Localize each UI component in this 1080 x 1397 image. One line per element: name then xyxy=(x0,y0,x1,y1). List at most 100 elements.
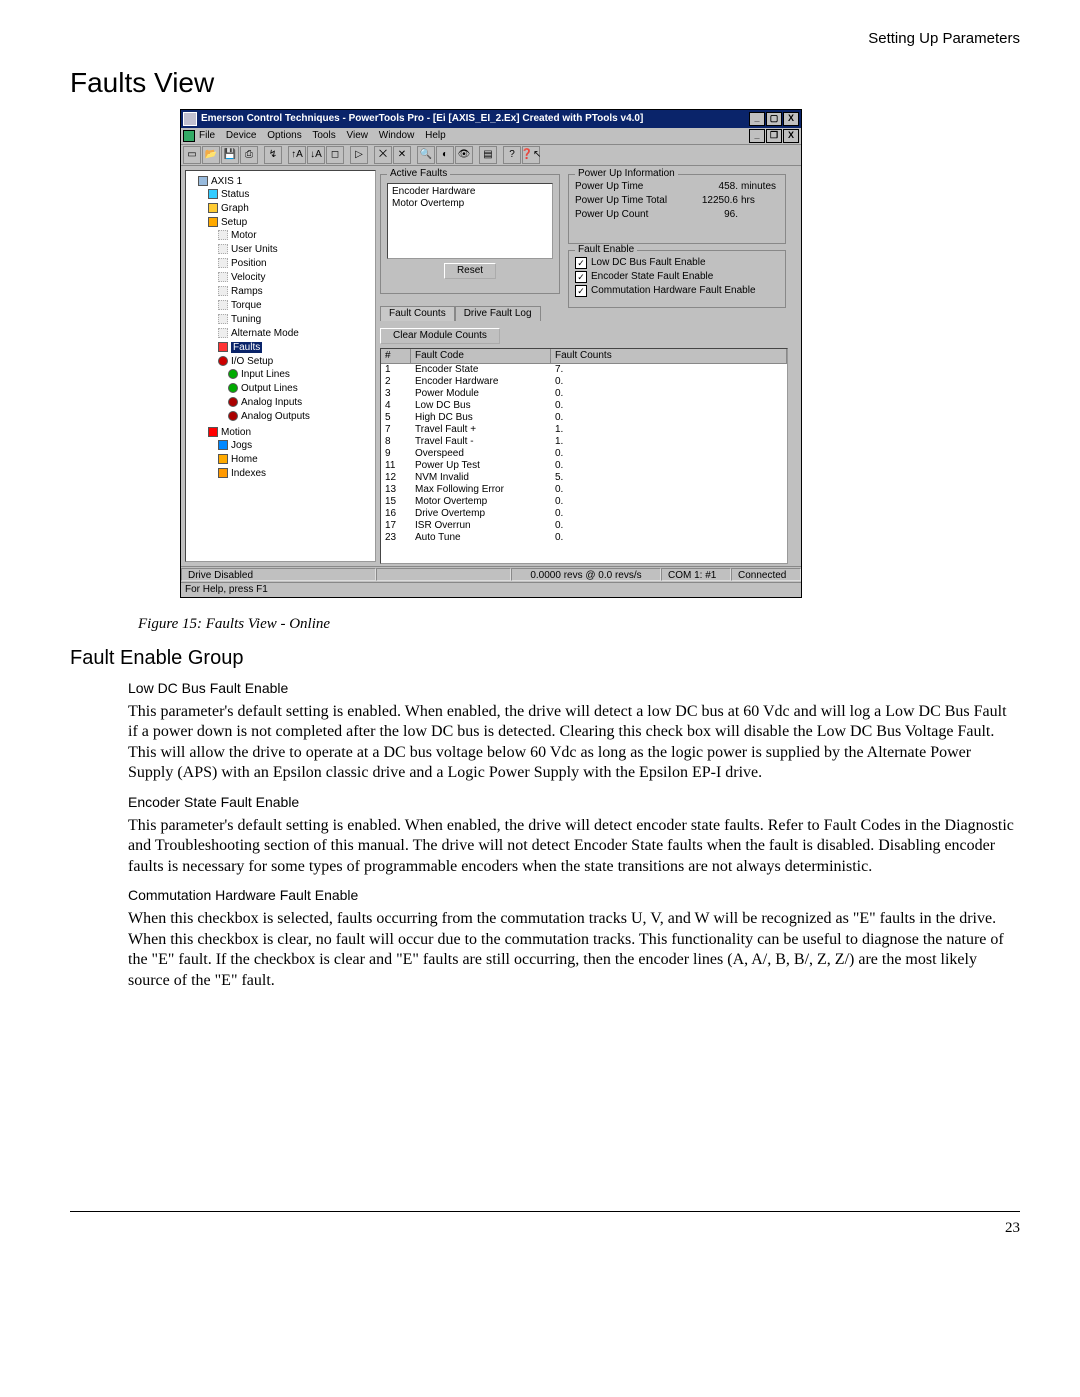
upload-icon[interactable]: ↑A xyxy=(288,146,306,164)
tab-fault-counts[interactable]: Fault Counts xyxy=(380,306,455,321)
open-icon[interactable]: 📂 xyxy=(202,146,220,164)
menu-options[interactable]: Options xyxy=(267,130,301,141)
tree-analogoutputs[interactable]: Analog Outputs xyxy=(228,410,373,424)
tree-setup[interactable]: Setup Motor User Units Position Velocity… xyxy=(208,216,373,426)
clear-module-counts-button[interactable]: Clear Module Counts xyxy=(380,328,500,344)
tree-userunits[interactable]: User Units xyxy=(218,243,373,257)
help-icon[interactable]: ? xyxy=(503,146,521,164)
menu-window[interactable]: Window xyxy=(379,130,415,141)
menu-tools[interactable]: Tools xyxy=(312,130,335,141)
table-row[interactable]: 9Overspeed0. xyxy=(381,448,787,460)
active-faults-list[interactable]: Encoder Hardware Motor Overtemp xyxy=(387,183,553,259)
tree-motor[interactable]: Motor xyxy=(218,229,373,243)
tree-iosetup[interactable]: I/O Setup Input Lines Output Lines Analo… xyxy=(218,355,373,425)
close-button[interactable]: X xyxy=(783,112,799,126)
group-fault-enable: Fault Enable ✓Low DC Bus Fault Enable ✓E… xyxy=(568,250,786,308)
tree-motion[interactable]: Motion Jogs Home Indexes xyxy=(208,426,373,482)
tree-jogs[interactable]: Jogs xyxy=(218,439,373,453)
col-header-counts[interactable]: Fault Counts xyxy=(551,349,787,363)
table-row[interactable]: 11Power Up Test0. xyxy=(381,460,787,472)
zoom-icon[interactable]: 🔍 xyxy=(417,146,435,164)
table-row[interactable]: 16Drive Overtemp0. xyxy=(381,508,787,520)
table-row[interactable]: 15Motor Overtemp0. xyxy=(381,496,787,508)
print-icon[interactable]: ⎙ xyxy=(240,146,258,164)
leaf-icon xyxy=(218,328,228,338)
maximize-button[interactable]: ▢ xyxy=(766,112,782,126)
menu-help[interactable]: Help xyxy=(425,130,446,141)
tree-inputlines[interactable]: Input Lines xyxy=(228,368,373,382)
table-row[interactable]: 17ISR Overrun0. xyxy=(381,520,787,532)
titlebar: Emerson Control Techniques - PowerTools … xyxy=(181,110,801,128)
run-icon[interactable]: ▷ xyxy=(350,146,368,164)
menu-device[interactable]: Device xyxy=(226,130,257,141)
table-row[interactable]: 13Max Following Error0. xyxy=(381,484,787,496)
tree-position[interactable]: Position xyxy=(218,257,373,271)
subheading-commutation: Commutation Hardware Fault Enable xyxy=(128,887,1020,903)
mdichild-titlebar: File Device Options Tools View Window He… xyxy=(181,128,801,145)
checkbox-encoder[interactable]: ✓ xyxy=(575,271,587,283)
tree-home[interactable]: Home xyxy=(218,453,373,467)
checkbox-commutation[interactable]: ✓ xyxy=(575,285,587,297)
powerup-label: Power Up Time xyxy=(575,181,694,193)
view-icon[interactable]: ◐ xyxy=(436,146,454,164)
tree-analoginputs[interactable]: Analog Inputs xyxy=(228,396,373,410)
new-icon[interactable]: ▭ xyxy=(183,146,201,164)
tree-status[interactable]: Status xyxy=(208,188,373,202)
col-header-code[interactable]: Fault Code xyxy=(411,349,551,363)
menu-row: File Device Options Tools View Window He… xyxy=(199,130,749,142)
mdi-close-button[interactable]: X xyxy=(783,129,799,143)
tree-velocity[interactable]: Velocity xyxy=(218,271,373,285)
mdi-restore-button[interactable]: ❐ xyxy=(766,129,782,143)
cell-code: Motor Overtemp xyxy=(411,496,551,508)
eye-icon[interactable]: 👁 xyxy=(455,146,473,164)
reconnect-icon[interactable]: ↯ xyxy=(264,146,282,164)
fault-counts-table[interactable]: # Fault Code Fault Counts 1Encoder State… xyxy=(380,348,788,564)
powerup-unit xyxy=(741,209,779,221)
index-icon xyxy=(218,468,228,478)
disconnect-icon[interactable]: ⨉ xyxy=(374,146,392,164)
tree-tuning[interactable]: Tuning xyxy=(218,313,373,327)
table-row[interactable]: 4Low DC Bus0. xyxy=(381,400,787,412)
delete-icon[interactable]: ✕ xyxy=(393,146,411,164)
col-header-num[interactable]: # xyxy=(381,349,411,363)
cell-count: 1. xyxy=(551,424,787,436)
table-row[interactable]: 2Encoder Hardware0. xyxy=(381,376,787,388)
tree-torque[interactable]: Torque xyxy=(218,299,373,313)
cell-count: 0. xyxy=(551,448,787,460)
nav-tree[interactable]: AXIS 1 Status Graph Setup Motor User Uni… xyxy=(185,170,376,562)
powerup-legend: Power Up Information xyxy=(575,168,678,180)
table-row[interactable]: 12NVM Invalid5. xyxy=(381,472,787,484)
tab-strip: Fault Counts Drive Fault Log xyxy=(380,306,786,321)
tree-outputlines[interactable]: Output Lines xyxy=(228,382,373,396)
tree-altmode[interactable]: Alternate Mode xyxy=(218,327,373,341)
mdi-minimize-button[interactable]: _ xyxy=(749,129,765,143)
leaf-icon xyxy=(218,272,228,282)
download-icon[interactable]: ↓A xyxy=(307,146,325,164)
table-row[interactable]: 7Travel Fault +1. xyxy=(381,424,787,436)
tree-ramps[interactable]: Ramps xyxy=(218,285,373,299)
stop-icon[interactable]: ◻ xyxy=(326,146,344,164)
table-row[interactable]: 3Power Module0. xyxy=(381,388,787,400)
minimize-button[interactable]: _ xyxy=(749,112,765,126)
tree-axis[interactable]: AXIS 1 Status Graph Setup Motor User Uni… xyxy=(198,175,373,483)
leaf-icon xyxy=(218,300,228,310)
checkbox-lowdc[interactable]: ✓ xyxy=(575,257,587,269)
cell-count: 0. xyxy=(551,400,787,412)
tree-indexes[interactable]: Indexes xyxy=(218,467,373,481)
motion-icon xyxy=(208,427,218,437)
menu-view[interactable]: View xyxy=(346,130,368,141)
right-pane: Active Faults Encoder Hardware Motor Ove… xyxy=(380,170,797,562)
whats-this-icon[interactable]: ❓↖ xyxy=(522,146,540,164)
menu-file[interactable]: File xyxy=(199,130,215,141)
tree-graph[interactable]: Graph xyxy=(208,202,373,216)
tab-drive-fault-log[interactable]: Drive Fault Log xyxy=(455,306,541,321)
table-row[interactable]: 23Auto Tune0. xyxy=(381,532,787,544)
table-row[interactable]: 8Travel Fault -1. xyxy=(381,436,787,448)
save-icon[interactable]: 💾 xyxy=(221,146,239,164)
powerup-label: Power Up Time Total xyxy=(575,195,694,207)
tree-faults[interactable]: Faults xyxy=(218,341,373,355)
reset-button[interactable]: Reset xyxy=(444,263,496,279)
chart-icon[interactable]: ▤ xyxy=(479,146,497,164)
table-row[interactable]: 1Encoder State7. xyxy=(381,364,787,376)
table-row[interactable]: 5High DC Bus0. xyxy=(381,412,787,424)
